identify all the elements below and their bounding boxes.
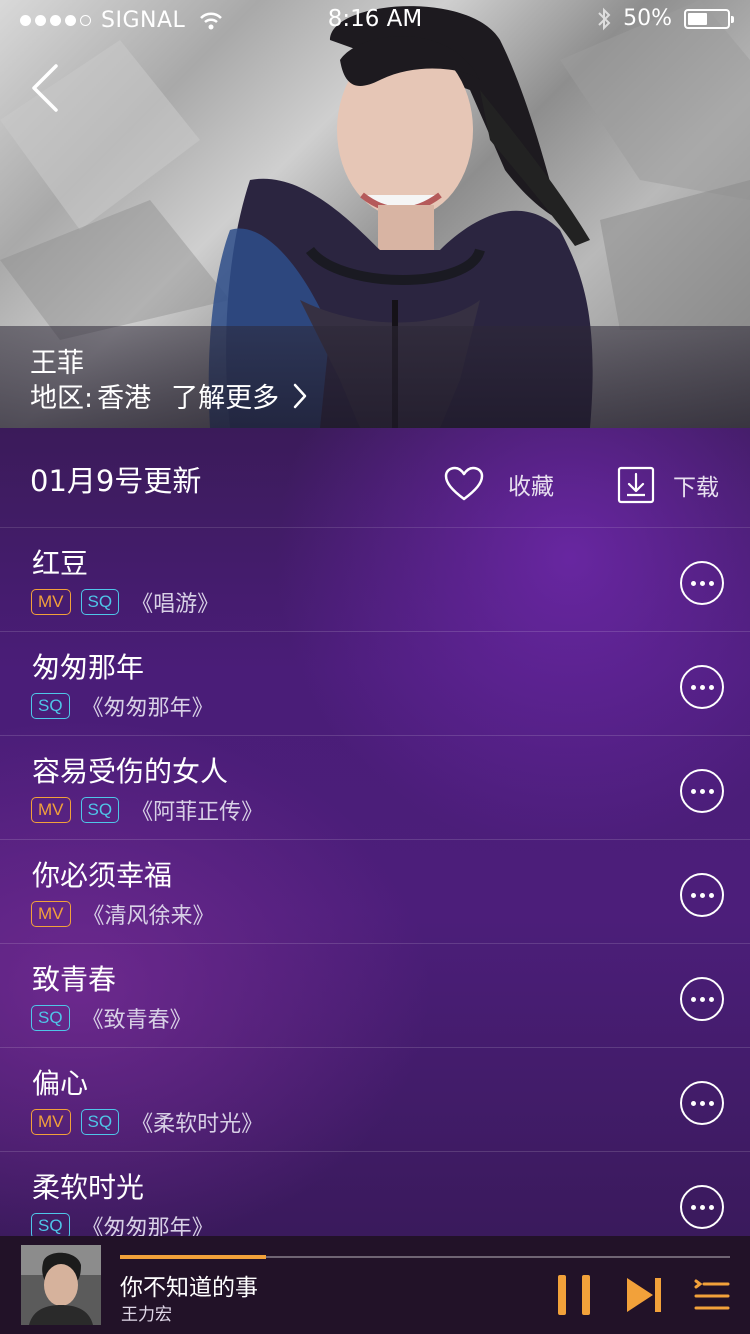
- artist-name: 王菲: [30, 348, 84, 379]
- song-meta: MV SQ 《柔软时光》: [31, 1106, 263, 1138]
- more-dots-icon: [699, 684, 705, 690]
- song-title: 致青春: [32, 963, 117, 996]
- chevron-right-icon: [293, 383, 307, 408]
- mini-player: 你不知道的事 王力宏: [0, 1236, 750, 1334]
- song-meta: MV 《清风徐来》: [31, 898, 215, 930]
- region-value: 香港: [97, 383, 152, 414]
- battery-icon: [684, 8, 734, 29]
- song-row[interactable]: 红豆 MV SQ 《唱游》: [0, 528, 750, 632]
- song-more-button[interactable]: [680, 1081, 724, 1125]
- battery-percent: 50%: [623, 6, 672, 31]
- update-title: 01月9号更新: [30, 464, 202, 498]
- song-title: 柔软时光: [32, 1171, 145, 1204]
- more-dots-icon: [699, 788, 705, 794]
- song-title: 容易受伤的女人: [32, 755, 229, 788]
- more-dots-icon: [699, 580, 705, 586]
- song-more-button[interactable]: [680, 561, 724, 605]
- artist-hero: SIGNAL 8:16 AM 50% 王菲 地区: 香港 了解更多: [0, 0, 750, 428]
- song-meta: SQ 《致青春》: [31, 1002, 192, 1034]
- song-album: 《致青春》: [81, 1008, 192, 1033]
- download-label: 下载: [673, 475, 719, 501]
- learn-more-label: 了解更多: [171, 383, 280, 414]
- status-bar: SIGNAL 8:16 AM 50%: [0, 0, 750, 40]
- playback-progress-fill: [120, 1255, 267, 1259]
- mv-badge[interactable]: MV: [31, 589, 71, 615]
- sq-badge: SQ: [80, 797, 120, 823]
- song-row[interactable]: 容易受伤的女人 MV SQ 《阿菲正传》: [0, 736, 750, 840]
- sq-badge: SQ: [31, 693, 70, 719]
- mv-badge[interactable]: MV: [31, 1109, 71, 1135]
- playback-progress[interactable]: [120, 1255, 730, 1259]
- song-more-button[interactable]: [680, 977, 724, 1021]
- back-button[interactable]: [26, 60, 66, 116]
- song-list: 红豆 MV SQ 《唱游》匆匆那年 SQ 《匆匆那年》容易受伤的女人 MV SQ 《阿菲正传》你…: [0, 528, 750, 1256]
- song-meta: MV SQ 《唱游》: [31, 586, 219, 618]
- more-dots-icon: [708, 1100, 714, 1106]
- more-dots-icon: [690, 684, 696, 690]
- learn-more-link[interactable]: 了解更多: [171, 376, 307, 415]
- skip-next-icon: [627, 1278, 661, 1312]
- now-playing-cover[interactable]: [21, 1245, 101, 1325]
- more-dots-icon: [690, 788, 696, 794]
- more-dots-icon: [699, 1204, 705, 1210]
- song-more-button[interactable]: [680, 873, 724, 917]
- sq-badge: SQ: [80, 1109, 120, 1135]
- song-row[interactable]: 匆匆那年 SQ 《匆匆那年》: [0, 632, 750, 736]
- song-album: 《柔软时光》: [131, 1112, 264, 1137]
- more-dots-icon: [690, 996, 696, 1002]
- more-dots-icon: [699, 1100, 705, 1106]
- artist-region: 地区: 香港 了解更多: [30, 376, 307, 415]
- more-dots-icon: [690, 1100, 696, 1106]
- download-button[interactable]: 下载: [617, 466, 719, 504]
- more-dots-icon: [708, 788, 714, 794]
- list-toolbar: 01月9号更新 收藏 下载: [0, 428, 750, 528]
- more-dots-icon: [699, 996, 705, 1002]
- now-playing-artist: 王力宏: [121, 1305, 172, 1325]
- now-playing-title: 你不知道的事: [120, 1275, 258, 1301]
- favorite-label: 收藏: [508, 474, 554, 500]
- heart-icon: [444, 466, 484, 501]
- sq-badge: SQ: [31, 1005, 70, 1031]
- song-title: 匆匆那年: [32, 651, 145, 684]
- more-dots-icon: [708, 996, 714, 1002]
- playlist-button[interactable]: [694, 1277, 730, 1313]
- next-track-button[interactable]: [625, 1276, 663, 1314]
- chevron-left-icon: [32, 64, 58, 112]
- mv-badge[interactable]: MV: [31, 901, 71, 927]
- song-more-button[interactable]: [680, 769, 724, 813]
- more-dots-icon: [690, 1204, 696, 1210]
- song-meta: SQ 《匆匆那年》: [31, 690, 214, 722]
- pause-button[interactable]: [556, 1273, 592, 1317]
- more-dots-icon: [690, 892, 696, 898]
- song-album: 《阿菲正传》: [131, 800, 264, 825]
- song-row[interactable]: 你必须幸福 MV 《清风徐来》: [0, 840, 750, 944]
- more-dots-icon: [708, 580, 714, 586]
- pause-icon: [558, 1275, 590, 1315]
- more-dots-icon: [708, 1204, 714, 1210]
- mv-badge[interactable]: MV: [31, 797, 71, 823]
- song-more-button[interactable]: [680, 665, 724, 709]
- song-meta: MV SQ 《阿菲正传》: [31, 794, 263, 826]
- sq-badge: SQ: [80, 589, 120, 615]
- more-dots-icon: [708, 684, 714, 690]
- more-dots-icon: [690, 580, 696, 586]
- song-album: 《唱游》: [131, 592, 220, 617]
- song-title: 偏心: [32, 1067, 89, 1100]
- download-icon: [617, 466, 655, 504]
- song-row[interactable]: 致青春 SQ 《致青春》: [0, 944, 750, 1048]
- song-album: 《清风徐来》: [82, 904, 215, 929]
- song-title: 红豆: [32, 547, 89, 580]
- song-more-button[interactable]: [680, 1185, 724, 1229]
- song-album: 《匆匆那年》: [81, 696, 214, 721]
- song-row[interactable]: 偏心 MV SQ 《柔软时光》: [0, 1048, 750, 1152]
- favorite-button[interactable]: 收藏: [444, 466, 554, 502]
- more-dots-icon: [708, 892, 714, 898]
- song-title: 你必须幸福: [32, 859, 173, 892]
- region-label: 地区:: [30, 383, 94, 414]
- bluetooth-icon: [598, 7, 611, 30]
- playlist-icon: [694, 1279, 730, 1310]
- song-list-panel: 01月9号更新 收藏 下载 红豆 MV SQ 《唱游》匆匆那年 SQ 《匆匆那年》容易受伤…: [0, 428, 750, 1256]
- more-dots-icon: [699, 892, 705, 898]
